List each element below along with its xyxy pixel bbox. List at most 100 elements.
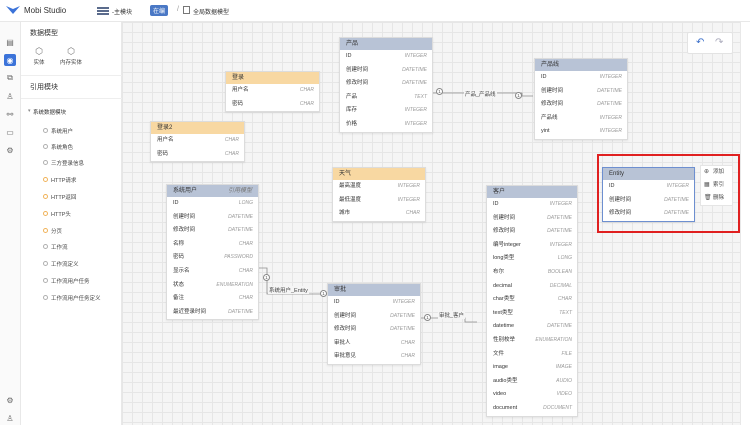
entity-field-row[interactable]: 密码 CHAR [226,98,319,112]
field-type: BOOLEAN [547,268,572,275]
folder-icon[interactable]: ▭ [4,126,16,138]
tree-item[interactable]: 系统用户 [51,127,73,135]
entity-field-row[interactable]: decimal DECIMAL [487,280,577,294]
entity-field-row[interactable]: ID INTEGER [328,296,420,310]
entity-field-row[interactable]: 密码 PASSWORD [167,251,258,265]
entity-field-row[interactable]: 审批意见 CHAR [328,350,420,364]
entity-field-row[interactable]: ID INTEGER [535,71,627,85]
entity-field-row[interactable]: 修改时间 DATETIME [328,323,420,337]
entity-field-row[interactable]: ID INTEGER [340,50,432,64]
entity-field-row[interactable]: 创建时间 DATETIME [340,64,432,78]
entity-field-row[interactable]: long类型 LONG [487,252,577,266]
copy-icon[interactable]: ⧉ [4,72,16,84]
link-icon[interactable]: ⚯ [4,108,16,120]
breadcrumb-page[interactable]: 全局数据模型 [193,7,229,16]
entity-node-icon [43,244,48,249]
relation-label[interactable]: 审批_客户 [438,311,466,319]
breadcrumb-module[interactable]: -主模块 [112,7,132,16]
entity-field-row[interactable]: ID INTEGER [487,198,577,212]
tree-item[interactable]: 工作流用户任务 [51,277,90,285]
entity-card[interactable]: 产品 ID INTEGER 创建时间 DATETIME 修改时间 DATETIME 产品 TE… [339,37,433,133]
user-icon[interactable]: ♙ [4,90,16,102]
entity-field-row[interactable]: 布尔 BOOLEAN [487,266,577,280]
relation-label[interactable]: 产品_产品线 [464,90,497,98]
page-icon[interactable]: ▤ [4,36,16,48]
entity-field-row[interactable]: 用户名 CHAR [226,84,319,98]
entity-field-row[interactable]: image IMAGE [487,361,577,375]
property-panel-collapsed[interactable] [740,22,750,425]
entity-field-row[interactable]: yint INTEGER [535,125,627,139]
entity-field-row[interactable]: 价格 INTEGER [340,118,432,132]
entity-field-row[interactable]: datetime DATETIME [487,320,577,334]
entity-field-row[interactable]: text类型 TEXT [487,307,577,321]
entity-field-row[interactable]: 显示名 CHAR [167,265,258,279]
chevron-down-icon[interactable]: ▾ [28,108,31,114]
field-name: text类型 [493,309,513,316]
entity-field-row[interactable]: char类型 CHAR [487,293,577,307]
menu-toggle-icon[interactable] [97,7,109,15]
field-name: 布尔 [493,268,505,275]
entity-field-row[interactable]: 编号integer INTEGER [487,239,577,253]
entity-field-row[interactable]: 最近登录时间 DATETIME [167,306,258,320]
entity-card[interactable]: 登录2 用户名 CHAR 密码 CHAR [150,121,245,163]
entity-card[interactable]: 客户 ID INTEGER 创建时间 DATETIME 修改时间 DATETIME 编号in… [486,185,578,417]
entity-field-row[interactable]: 名称 CHAR [167,238,258,252]
entity-card[interactable]: 审批 ID INTEGER 创建时间 DATETIME 修改时间 DATETIME 审批人 C… [327,283,421,365]
entity-field-row[interactable]: 修改时间 DATETIME [487,225,577,239]
redo-icon[interactable]: ↷ [715,37,723,48]
entity-card[interactable]: 登录 用户名 CHAR 密码 CHAR [225,71,320,113]
field-type: DATETIME [228,308,253,315]
entity-field-row[interactable]: 文件 FILE [487,348,577,362]
diagram-canvas[interactable]: 1 产品_产品线 1 1 系统用户_Entity 1 1 审批_客户 登录 用户… [122,22,750,425]
entity-field-row[interactable]: 修改时间 DATETIME [535,98,627,112]
entity-field-row[interactable]: video VIDEO [487,388,577,402]
entity-field-row[interactable]: 密码 CHAR [151,148,244,162]
tree-item[interactable]: 系统角色 [51,143,73,151]
tree-root-system-data[interactable]: 系统数据模块 [33,108,66,116]
tree-item[interactable]: 工作流 [51,243,68,251]
entity-field-row[interactable]: 城市 CHAR [333,207,425,221]
entity-field-row[interactable]: 创建时间 DATETIME [487,212,577,226]
entity-field-row[interactable]: 性别枚举 ENUMERATION [487,334,577,348]
entity-field-row[interactable]: ID LONG [167,197,258,211]
field-name: 城市 [339,210,351,217]
gear-icon[interactable]: ⚙ [4,394,16,406]
tree-item[interactable]: HTTP返回 [51,193,76,201]
entity-field-row[interactable]: 最高温度 INTEGER [333,180,425,194]
entity-field-row[interactable]: 备注 CHAR [167,292,258,306]
tree-item[interactable]: 工作流用户任务定义 [51,294,101,302]
field-name: 价格 [346,120,358,127]
entity-field-row[interactable]: 创建时间 DATETIME [535,85,627,99]
tree-item[interactable]: HTTP请求 [51,176,76,184]
entity-card[interactable]: 系统用户 引用模型 ID LONG 创建时间 DATETIME 修改时间 DATETIME… [166,184,259,321]
relation-label[interactable]: 系统用户_Entity [268,286,309,294]
entity-field-row[interactable]: 库存 INTEGER [340,104,432,118]
entity-field-row[interactable]: 修改时间 DATETIME [340,77,432,91]
entity-field-row[interactable]: 修改时间 DATETIME [167,224,258,238]
tree-item[interactable]: 工作流定义 [51,260,79,268]
undo-icon[interactable]: ↶ [696,37,704,48]
entity-card[interactable]: 天气 最高温度 INTEGER 最低温度 INTEGER 城市 CHAR [332,167,426,222]
entity-field-row[interactable]: 产品线 INTEGER [535,112,627,126]
entity-field-row[interactable]: 审批人 CHAR [328,337,420,351]
account-icon[interactable]: ♙ [4,412,16,424]
add-memory-entity-button[interactable]: ⬡ 内存实体 [58,46,84,66]
entity-field-row[interactable]: 创建时间 DATETIME [328,310,420,324]
entity-field-row[interactable]: 最低温度 INTEGER [333,194,425,208]
entity-field-row[interactable]: document DOCUMENT [487,402,577,416]
field-type: DATETIME [402,66,427,73]
tree-item[interactable]: 三方登录信息 [51,159,84,167]
entity-field-row[interactable]: 状态 ENUMERATION [167,279,258,293]
entity-field-row[interactable]: audio类型 AUDIO [487,375,577,389]
tree-item[interactable]: 分页 [51,227,62,235]
field-type: DATETIME [597,101,622,108]
settings-icon[interactable]: ⚙ [4,144,16,156]
entity-field-row[interactable]: 产品 TEXT [340,91,432,105]
entity-node-icon [43,160,48,165]
entity-field-row[interactable]: 创建时间 DATETIME [167,211,258,225]
entity-card[interactable]: 产品线 ID INTEGER 创建时间 DATETIME 修改时间 DATETIME 产品线… [534,58,628,140]
add-entity-button[interactable]: ⬡ 实体 [26,46,52,66]
database-icon[interactable]: ◉ [4,54,16,66]
tree-item[interactable]: HTTP头 [51,210,71,218]
entity-field-row[interactable]: 用户名 CHAR [151,134,244,148]
